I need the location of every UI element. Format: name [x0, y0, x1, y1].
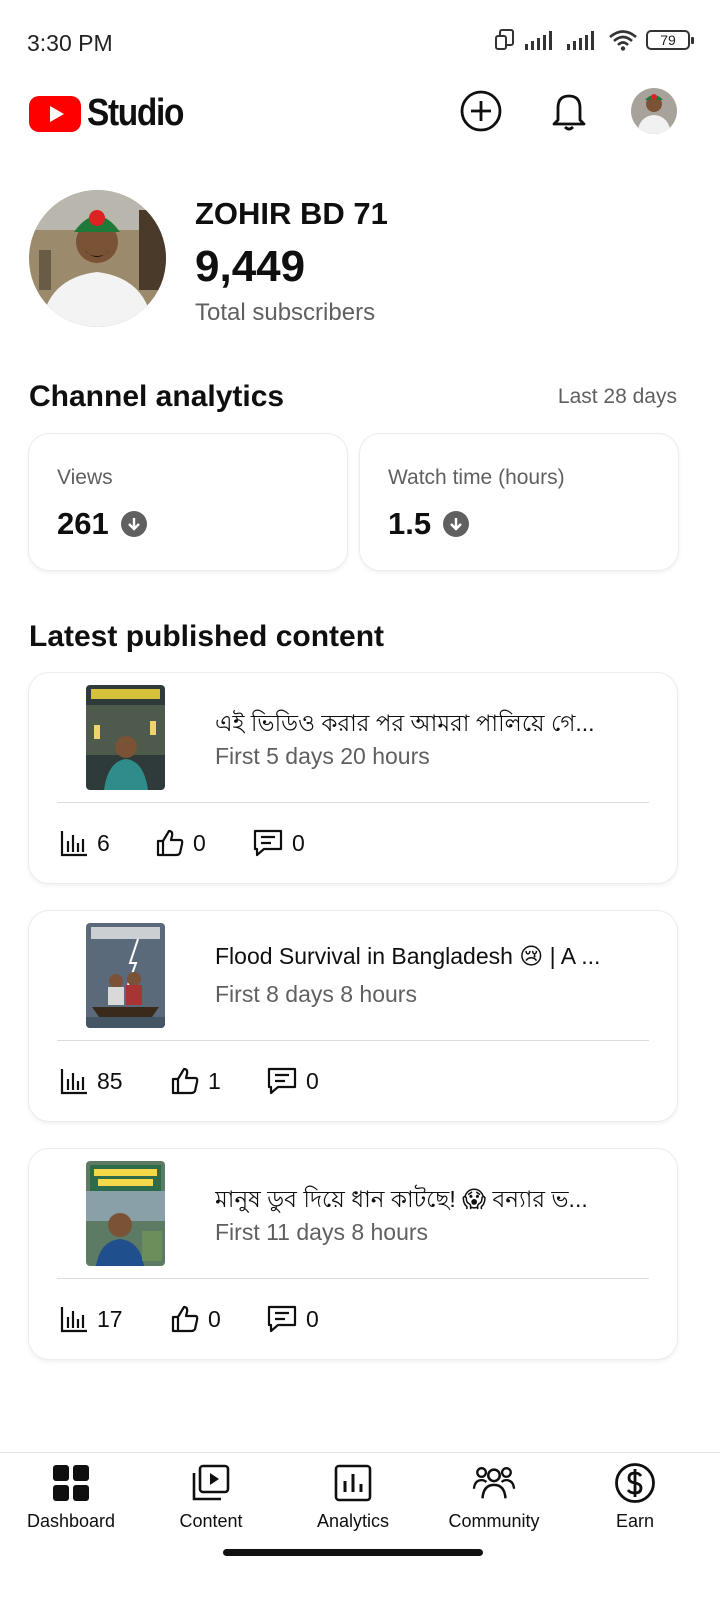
notifications-button[interactable] [546, 88, 592, 134]
signal-icon [567, 31, 594, 50]
wifi-icon [609, 30, 637, 51]
create-button[interactable] [458, 88, 504, 134]
watch-time-card[interactable]: Watch time (hours) 1.5 [360, 434, 678, 570]
analytics-title: Channel analytics [29, 380, 285, 413]
latest-content-title: Latest published content [29, 620, 385, 653]
likes-metric: 1 [170, 1066, 221, 1096]
comments-count: 0 [306, 1067, 319, 1094]
logo-text: Studio [87, 92, 184, 134]
nav-content[interactable]: Content [146, 1461, 276, 1532]
nav-dashboard[interactable]: Dashboard [6, 1461, 136, 1532]
subscriber-label: Total subscribers [195, 299, 376, 326]
trend-down-icon [120, 511, 147, 537]
signal-icon [525, 31, 552, 50]
bottom-nav: Dashboard Content Analytics Community Ea… [0, 1452, 720, 1600]
comment-icon [253, 829, 283, 857]
thumb-up-icon [156, 829, 184, 857]
add-circle-icon [460, 90, 502, 132]
video-thumbnail [86, 685, 165, 790]
comments-count: 0 [306, 1305, 319, 1332]
nav-label: Content [179, 1511, 243, 1531]
watch-time-value-row: 1.5 [388, 506, 470, 542]
views-metric: 85 [59, 1066, 123, 1096]
content-card[interactable]: এই ভিডিও করার পর আমরা পালিয়ে গে... Firs… [29, 673, 677, 883]
divider [57, 1278, 649, 1279]
views-metric: 6 [59, 828, 110, 858]
comments-metric: 0 [266, 1066, 319, 1096]
nav-community[interactable]: Community [429, 1461, 559, 1532]
views-count: 85 [97, 1067, 123, 1094]
content-card[interactable]: মানুষ ডুব দিয়ে ধান কাটছে! 😱 বন্যার ভ...… [29, 1149, 677, 1359]
bar-chart-icon [60, 1307, 87, 1333]
views-card[interactable]: Views 261 [29, 434, 347, 570]
content-icon [189, 1461, 233, 1505]
video-title: এই ভিডিও করার পর আমরা পালিয়ে গে... [215, 710, 595, 736]
account-avatar[interactable] [631, 88, 677, 134]
nav-label: Community [448, 1511, 540, 1531]
divider [57, 1040, 649, 1041]
video-thumbnail [86, 923, 165, 1028]
video-age: First 8 days 8 hours [215, 981, 417, 1007]
nav-earn[interactable]: Earn [570, 1461, 700, 1532]
status-time: 3:30 PM [27, 30, 113, 56]
status-bar: 3:30 PM 79 [0, 0, 720, 80]
views-label: Views [57, 466, 113, 489]
likes-count: 0 [208, 1305, 221, 1332]
views-count: 17 [97, 1305, 123, 1332]
content-card[interactable]: Flood Survival in Bangladesh 😢 | A ... F… [29, 911, 677, 1121]
analytics-period[interactable]: Last 28 days [558, 385, 677, 409]
video-title: মানুষ ডুব দিয়ে ধান কাটছে! 😱 বন্যার ভ... [215, 1186, 588, 1212]
likes-metric: 0 [170, 1304, 221, 1334]
battery-indicator: 79 [646, 30, 694, 50]
likes-count: 1 [208, 1067, 221, 1094]
views-metric: 17 [59, 1304, 123, 1334]
dashboard-icon [49, 1461, 93, 1505]
video-thumbnail [86, 1161, 165, 1266]
bar-chart-icon [60, 1069, 87, 1095]
comments-metric: 0 [266, 1304, 319, 1334]
thumb-up-icon [171, 1305, 199, 1333]
bell-icon [552, 94, 586, 131]
comments-count: 0 [292, 829, 305, 856]
nav-label: Analytics [316, 1511, 390, 1531]
views-value: 261 [57, 506, 109, 541]
subscriber-count: 9,449 [195, 242, 306, 291]
views-count: 6 [97, 829, 110, 856]
youtube-play-icon [29, 95, 81, 132]
trend-down-icon [443, 511, 470, 537]
thumb-up-icon [171, 1067, 199, 1095]
analytics-icon [331, 1461, 375, 1505]
video-age: First 5 days 20 hours [215, 743, 430, 769]
app-header: Studio [0, 80, 720, 144]
studio-logo[interactable]: Studio [29, 92, 196, 135]
avatar-image [631, 88, 677, 134]
screen-mirror-icon [495, 29, 514, 50]
bar-chart-icon [60, 831, 87, 857]
status-icons: 79 [494, 28, 694, 52]
watch-time-value: 1.5 [388, 506, 432, 541]
earn-icon [613, 1461, 657, 1505]
comment-icon [267, 1067, 297, 1095]
divider [57, 802, 649, 803]
nav-label: Earn [615, 1511, 655, 1531]
video-age: First 11 days 8 hours [215, 1219, 429, 1245]
video-title: Flood Survival in Bangladesh 😢 | A ... [215, 943, 601, 969]
likes-count: 0 [193, 829, 206, 856]
nav-analytics[interactable]: Analytics [288, 1461, 418, 1532]
channel-name: ZOHIR BD 71 [195, 196, 388, 231]
watch-time-label: Watch time (hours) [388, 466, 565, 489]
channel-photo [29, 190, 166, 327]
likes-metric: 0 [155, 828, 206, 858]
home-indicator[interactable] [223, 1549, 483, 1556]
views-value-row: 261 [57, 506, 147, 542]
comments-metric: 0 [252, 828, 305, 858]
community-icon [472, 1461, 516, 1505]
channel-avatar [29, 190, 166, 327]
nav-label: Dashboard [26, 1511, 116, 1531]
comment-icon [267, 1305, 297, 1333]
